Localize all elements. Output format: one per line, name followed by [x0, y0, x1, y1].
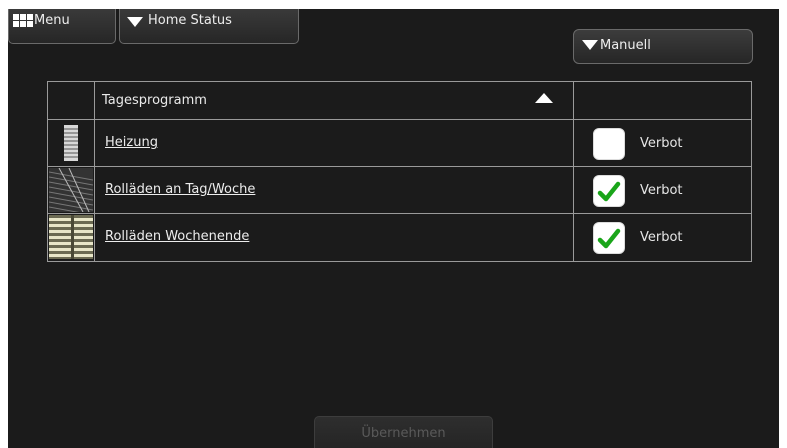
- triangle-down-icon: [127, 17, 143, 27]
- sort-ascending-icon[interactable]: [535, 93, 553, 103]
- table-divider: [94, 82, 95, 261]
- table-divider: [573, 82, 574, 261]
- apply-button[interactable]: Übernehmen: [314, 416, 493, 448]
- status-label: Verbot: [640, 183, 683, 198]
- status-label: Verbot: [640, 230, 683, 245]
- menu-button[interactable]: Menu: [8, 9, 116, 44]
- program-table: Tagesprogramm Heizung Verbot Rolläden an…: [47, 81, 752, 262]
- table-divider: [48, 119, 751, 120]
- row-link-heizung[interactable]: Heizung: [105, 135, 158, 150]
- row-link-rollaeden-tag-woche[interactable]: Rolläden an Tag/Woche: [105, 182, 255, 197]
- shutter-photo-icon: [49, 215, 93, 259]
- checkmark-icon: [597, 181, 621, 202]
- checkbox-rollaeden-tag-woche[interactable]: [593, 175, 625, 207]
- checkbox-rollaeden-wochenende[interactable]: [593, 222, 625, 254]
- grid-menu-icon: [13, 14, 33, 28]
- table-header-title: Tagesprogramm: [102, 93, 207, 108]
- radiator-icon: [49, 121, 93, 165]
- triangle-down-icon: [582, 40, 598, 50]
- mode-dropdown-value: Manuell: [600, 38, 651, 53]
- home-status-label: Home Status: [148, 13, 232, 28]
- checkmark-icon: [597, 228, 621, 249]
- row-link-rollaeden-wochenende[interactable]: Rolläden Wochenende: [105, 229, 249, 244]
- checkbox-heizung[interactable]: [593, 128, 625, 160]
- app-screen: Menu Home Status Manuell Tagesprogramm H…: [8, 9, 779, 448]
- menu-button-label: Menu: [34, 13, 70, 28]
- mode-dropdown[interactable]: Manuell: [573, 29, 753, 64]
- blinds-icon: [49, 168, 93, 212]
- home-status-button[interactable]: Home Status: [119, 9, 299, 44]
- table-divider: [48, 213, 751, 214]
- status-label: Verbot: [640, 136, 683, 151]
- table-divider: [48, 166, 751, 167]
